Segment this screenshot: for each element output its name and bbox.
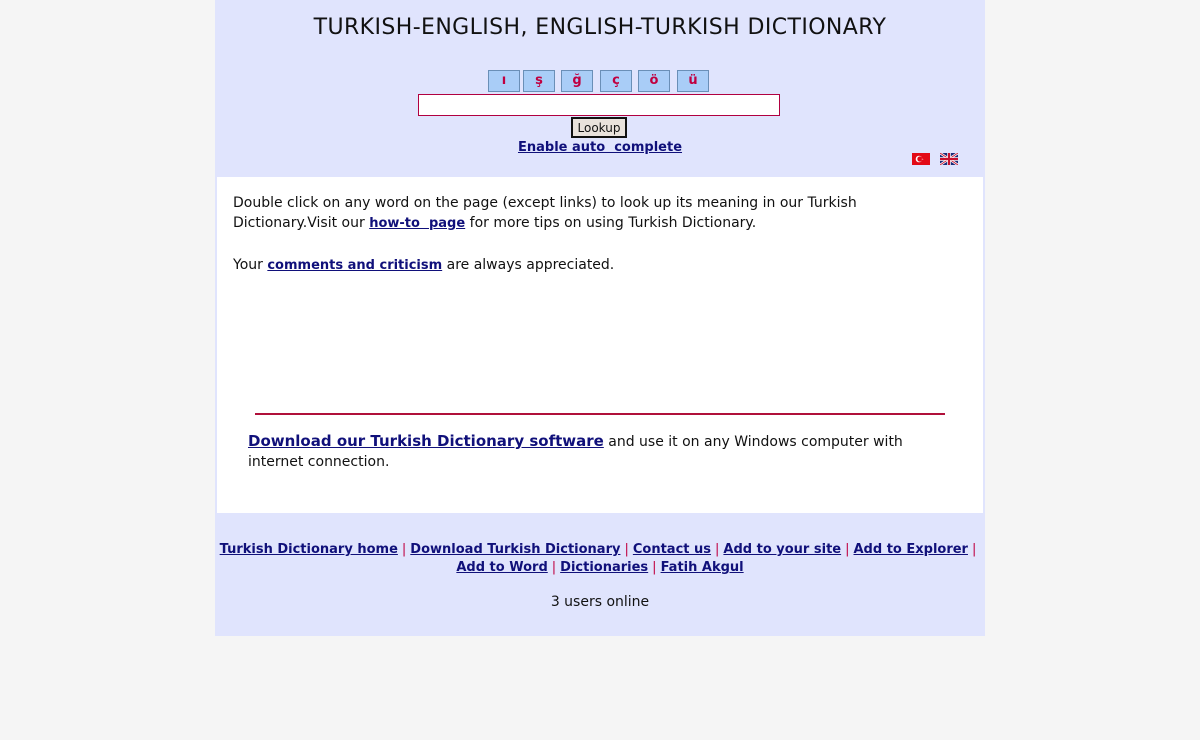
footer-link-add-to-explorer[interactable]: Add to Explorer (854, 542, 968, 557)
users-online-counter: 3 users online (550, 594, 650, 610)
feedback-text: Your (233, 257, 268, 273)
char-button-u-umlaut[interactable]: ü (677, 70, 709, 92)
separator: | (551, 560, 557, 575)
enable-autocomplete-link[interactable]: Enable auto complete (518, 140, 682, 155)
footer-link-contact[interactable]: Contact us (633, 542, 711, 557)
search-input[interactable] (418, 94, 780, 116)
separator: | (845, 542, 850, 557)
turkey-flag-icon[interactable] (912, 153, 930, 165)
separator: | (715, 542, 720, 557)
footer-link-add-to-site[interactable]: Add to your site (723, 542, 841, 557)
footer-link-home[interactable]: Turkish Dictionary home (220, 542, 398, 557)
special-character-bar: ı ş ğ ç ö ü (215, 70, 985, 92)
separator: | (652, 560, 657, 575)
download-paragraph: Download our Turkish Dictionary software… (248, 431, 948, 472)
lookup-button[interactable]: Lookup (571, 117, 627, 138)
page-container: TURKISH-ENGLISH, ENGLISH-TURKISH DICTION… (215, 0, 985, 636)
page-title: TURKISH-ENGLISH, ENGLISH-TURKISH DICTION… (313, 15, 887, 40)
separator: | (401, 542, 407, 557)
char-button-dotless-i[interactable]: ı (488, 70, 520, 92)
intro-paragraph: Double click on any word on the page (ex… (233, 193, 953, 234)
footer-link-download[interactable]: Download Turkish Dictionary (410, 542, 620, 557)
how-to-link[interactable]: how-to page (369, 216, 465, 231)
comments-link[interactable]: comments and criticism (267, 258, 442, 273)
char-button-c-cedilla[interactable]: ç (600, 70, 632, 92)
feedback-text-end: are always appreciated. (442, 257, 615, 273)
separator: | (624, 542, 629, 557)
char-button-o-umlaut[interactable]: ö (638, 70, 670, 92)
footer-link-dictionaries[interactable]: Dictionaries (560, 560, 648, 575)
feedback-paragraph: Your comments and criticism are always a… (233, 255, 953, 276)
char-button-g-breve[interactable]: ğ (561, 70, 593, 92)
main-content: Double click on any word on the page (ex… (217, 177, 983, 513)
separator: | (971, 542, 977, 557)
uk-flag-icon[interactable] (940, 153, 958, 165)
footer-links: Turkish Dictionary home | Download Turkish… (215, 541, 985, 577)
footer-link-fatih-akgul[interactable]: Fatih Akgul (661, 560, 744, 575)
divider (255, 413, 945, 415)
footer-link-add-to-word[interactable]: Add to Word (456, 560, 547, 575)
char-button-s-cedilla[interactable]: ş (523, 70, 555, 92)
intro-text-end: for more tips on using Turkish Dictionar… (465, 215, 757, 231)
download-software-link[interactable]: Download our Turkish Dictionary software (248, 432, 604, 450)
